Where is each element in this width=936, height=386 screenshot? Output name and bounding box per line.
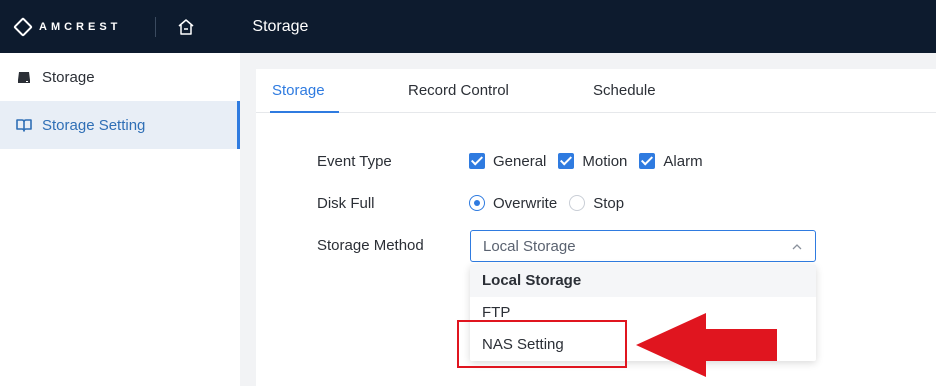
overwrite-label: Overwrite <box>493 194 558 212</box>
disk-icon <box>18 72 30 83</box>
disk-full-row: Disk Full Overwrite Stop <box>317 191 636 215</box>
brand-name: AMCREST <box>39 20 122 33</box>
book-icon <box>16 119 32 132</box>
chevron-up-icon <box>792 244 802 250</box>
sidebar: Storage Storage Setting <box>0 53 240 386</box>
event-type-label: Event Type <box>317 152 392 170</box>
sidebar-item-label: Storage <box>42 68 95 86</box>
tab-record-control[interactable]: Record Control <box>408 69 509 113</box>
sidebar-item-label: Storage Setting <box>42 116 146 134</box>
tab-bar: Storage Record Control Schedule <box>256 69 936 113</box>
header-divider <box>155 16 157 37</box>
highlight-box <box>457 320 627 368</box>
motion-label: Motion <box>582 152 628 170</box>
general-checkbox[interactable] <box>469 153 485 169</box>
red-arrow-icon <box>636 313 777 377</box>
sidebar-item-storage[interactable]: Storage <box>0 53 240 101</box>
disk-full-label: Disk Full <box>317 194 375 212</box>
storage-method-label: Storage Method <box>317 236 424 254</box>
tab-schedule[interactable]: Schedule <box>593 69 656 113</box>
stop-radio[interactable] <box>569 195 586 211</box>
alarm-label: Alarm <box>663 152 703 170</box>
tab-storage[interactable]: Storage <box>270 69 338 113</box>
alarm-checkbox[interactable] <box>639 153 656 169</box>
stop-label: Stop <box>593 194 625 212</box>
storage-method-value: Local Storage <box>483 237 576 255</box>
sidebar-item-storage-setting[interactable]: Storage Setting <box>0 101 240 149</box>
page-title: Storage <box>252 17 309 35</box>
brand-logo[interactable]: AMCREST <box>13 16 122 37</box>
event-type-row: Event Type General Motion Alarm <box>317 149 715 173</box>
option-local-storage[interactable]: Local Storage <box>470 265 816 297</box>
storage-method-row: Storage Method <box>317 233 469 257</box>
amcrest-logo-icon <box>13 16 33 37</box>
home-icon[interactable] <box>176 17 196 37</box>
motion-checkbox[interactable] <box>558 153 575 169</box>
general-label: General <box>493 152 547 170</box>
storage-method-select[interactable]: Local Storage <box>470 230 816 262</box>
overwrite-radio[interactable] <box>469 195 485 211</box>
top-bar: AMCREST Storage <box>0 0 936 53</box>
